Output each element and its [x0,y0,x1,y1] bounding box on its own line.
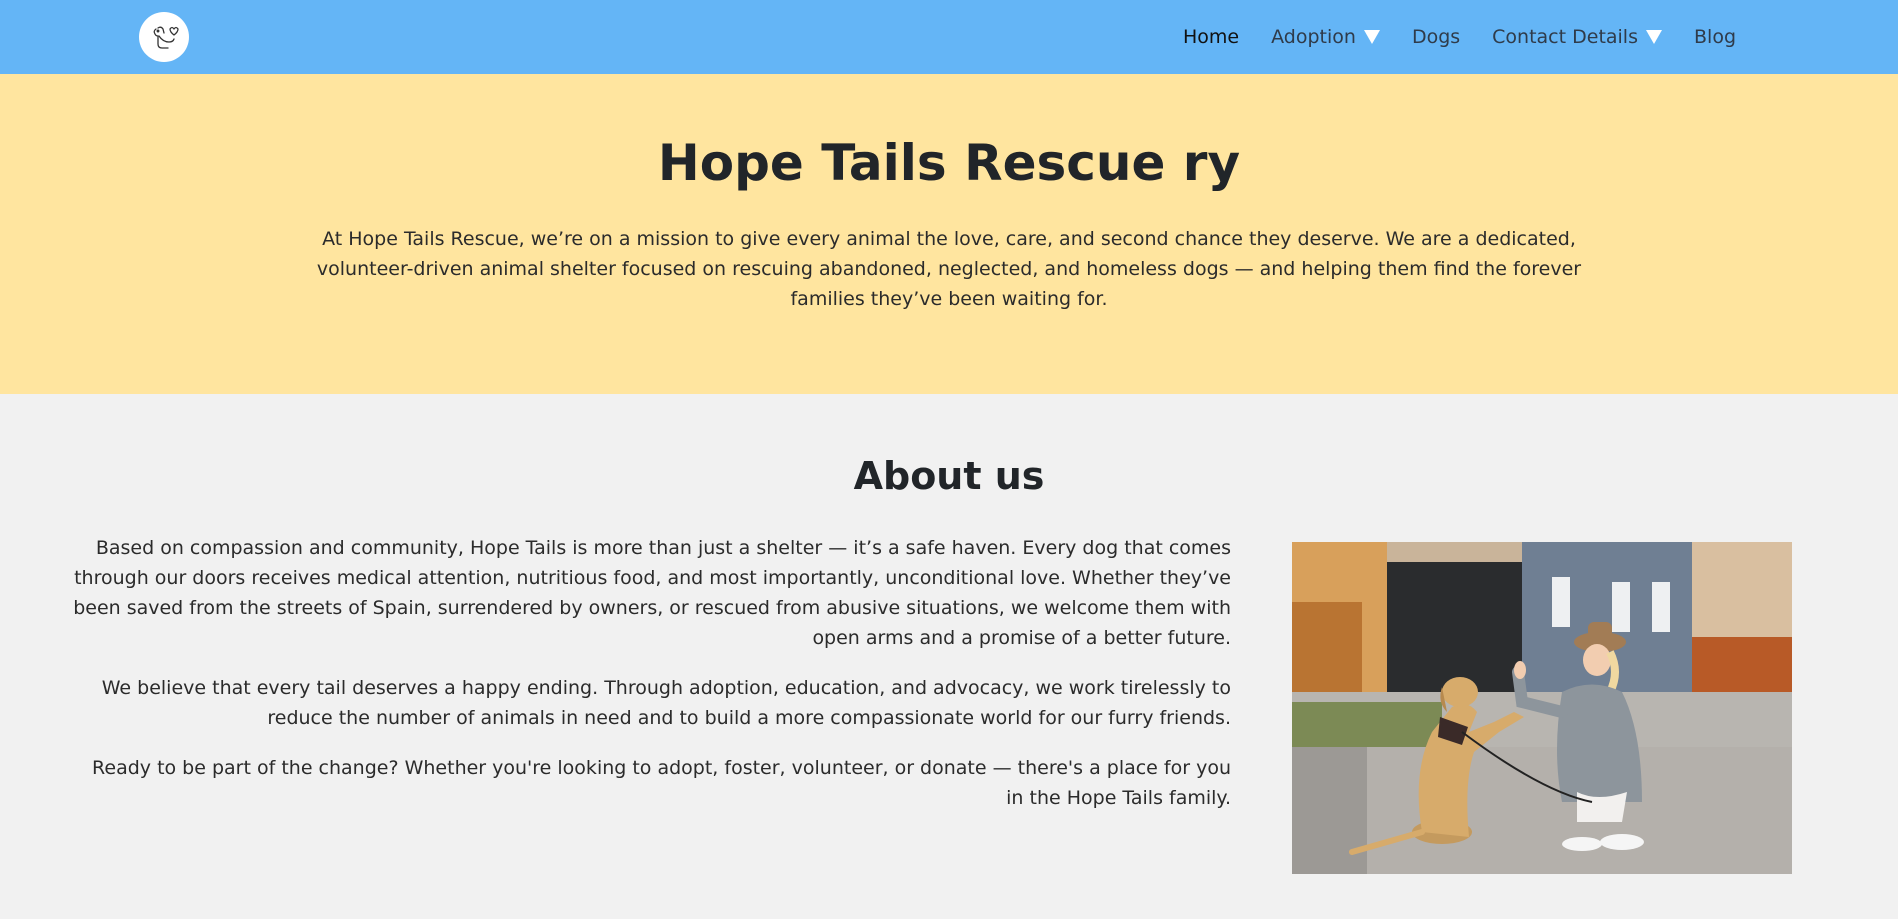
photo-illustration [1292,542,1792,874]
nav-contact-label: Contact Details [1492,26,1638,48]
nav-home-label: Home [1183,26,1240,48]
hero-title: Hope Tails Rescue ry [657,134,1241,192]
dog-logo-icon [153,26,179,49]
nav-menu: Home Adoption Dogs Contact Details Blog [1183,0,1736,74]
about-title: About us [853,454,1045,498]
about-photo [1292,542,1792,874]
caret-down-icon [1646,30,1662,44]
about-text: Based on compassion and community, Hope … [70,533,1231,833]
nav-dogs[interactable]: Dogs [1412,26,1460,48]
about-paragraph: Ready to be part of the change? Whether … [92,757,1231,809]
nav-blog[interactable]: Blog [1694,26,1736,48]
caret-down-icon [1363,30,1380,44]
nav-blog-label: Blog [1694,26,1736,48]
about-paragraph: We believe that every tail deserves a ha… [101,677,1231,729]
nav-adoption-label: Adoption [1271,26,1356,48]
nav-home[interactable]: Home [1183,26,1239,48]
nav-dogs-label: Dogs [1411,26,1461,48]
nav-contact-details[interactable]: Contact Details [1492,26,1662,48]
logo[interactable] [139,12,189,62]
nav-adoption[interactable]: Adoption [1271,26,1380,48]
hero-text: At Hope Tails Rescue, we’re on a mission… [316,228,1582,310]
hero-section: Hope Tails Rescue ry At Hope Tails Rescu… [0,74,1898,394]
about-paragraph: Based on compassion and community, Hope … [73,537,1231,649]
navbar: Home Adoption Dogs Contact Details Blog [0,0,1898,74]
